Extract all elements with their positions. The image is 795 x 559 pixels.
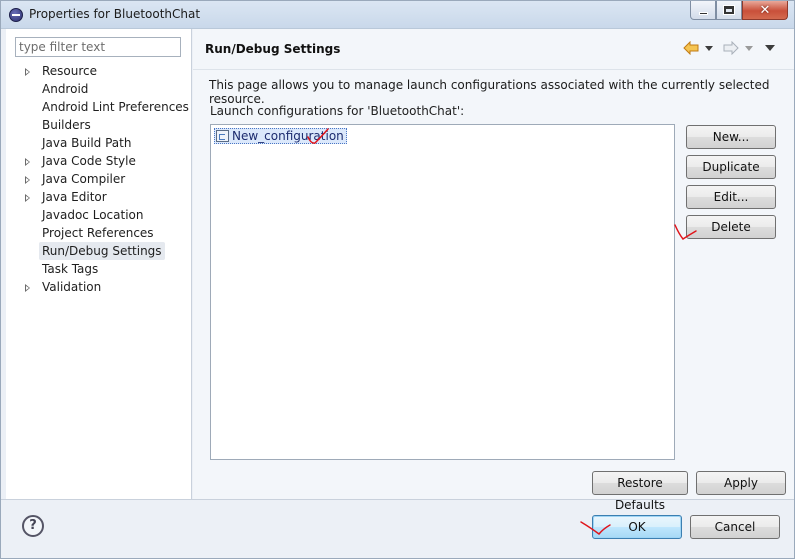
tree-item[interactable]: Task Tags [6,260,192,278]
properties-dialog: Properties for BluetoothChat ✕ Resource A… [0,0,795,559]
filter-input[interactable] [15,37,181,57]
tree-item-label: Task Tags [42,262,99,276]
page-navigation [683,41,781,55]
title-bar[interactable]: Properties for BluetoothChat ✕ [1,1,794,29]
cancel-button[interactable]: Cancel [690,515,780,539]
config-name: New_configuration [232,129,344,143]
tree-item-label: Java Code Style [42,154,136,168]
view-menu-icon[interactable] [765,45,775,51]
tree-item[interactable]: Builders [6,116,192,134]
tree-item[interactable]: Validation [6,278,192,296]
new-button[interactable]: New... [686,125,776,149]
tree-item[interactable]: Android Lint Preferences [6,98,192,116]
minimize-button[interactable] [690,1,716,20]
sidebar: Resource Android Android Lint Preferences B… [6,29,192,499]
main-panel: Run/Debug Settings This page allows you … [193,29,794,512]
tree-item-label: Java Compiler [42,172,126,186]
forward-history-dropdown-icon[interactable] [745,45,753,51]
expand-arrow-icon[interactable] [25,68,30,76]
tree-item[interactable]: Run/Debug Settings [6,242,192,260]
tree-item-label: Project References [42,226,154,240]
tree-item[interactable]: Javadoc Location [6,206,192,224]
close-button[interactable]: ✕ [742,1,788,20]
eclipse-icon [9,8,23,22]
tree-item[interactable]: Project References [6,224,192,242]
maximize-icon [723,5,735,15]
minimize-icon [698,11,708,15]
window-title: Properties for BluetoothChat [29,7,201,21]
launch-config-icon [216,130,229,142]
expand-arrow-icon[interactable] [25,158,30,166]
edit-button[interactable]: Edit... [686,185,776,209]
expand-arrow-icon[interactable] [25,194,30,202]
delete-button[interactable]: Delete [686,215,776,239]
duplicate-button[interactable]: Duplicate [686,155,776,179]
close-icon: ✕ [759,2,771,18]
tree-item[interactable]: Android [6,80,192,98]
ok-button[interactable]: OK [592,515,682,539]
tree-item-label: Android [42,82,89,96]
help-icon[interactable]: ? [22,515,44,537]
restore-defaults-button[interactable]: Restore Defaults [592,471,688,512]
tree-item[interactable]: Resource [6,62,192,80]
tree-item[interactable]: Java Build Path [6,134,192,152]
expand-arrow-icon[interactable] [25,284,30,292]
tree-item-label: Javadoc Location [42,208,144,222]
back-history-dropdown-icon[interactable] [705,45,713,51]
tree-item-label: Validation [42,280,102,294]
tree-item-label: Run/Debug Settings [39,242,165,260]
tree-item-label: Resource [42,64,98,78]
tree-item-label: Builders [42,118,91,132]
header-divider [193,69,794,70]
forward-arrow-icon[interactable] [723,41,739,55]
page-title: Run/Debug Settings [205,42,341,56]
preference-tree: Resource Android Android Lint Preferences B… [6,62,192,296]
launch-config-label: Launch configurations for 'BluetoothChat… [210,104,465,118]
expand-arrow-icon[interactable] [25,176,30,184]
list-item[interactable]: New_configuration [214,128,347,144]
back-arrow-icon[interactable] [683,41,699,55]
launch-config-list[interactable]: New_configuration [210,124,675,460]
maximize-button[interactable] [716,1,742,20]
tree-item[interactable]: Java Editor [6,188,192,206]
apply-button[interactable]: Apply [696,471,786,495]
tree-item[interactable]: Java Code Style [6,152,192,170]
tree-item-label: Android Lint Preferences [42,100,189,114]
tree-item-label: Java Editor [42,190,107,204]
page-description: This page allows you to manage launch co… [209,78,770,106]
footer-divider [1,499,794,500]
tree-item-label: Java Build Path [42,136,132,150]
tree-item[interactable]: Java Compiler [6,170,192,188]
